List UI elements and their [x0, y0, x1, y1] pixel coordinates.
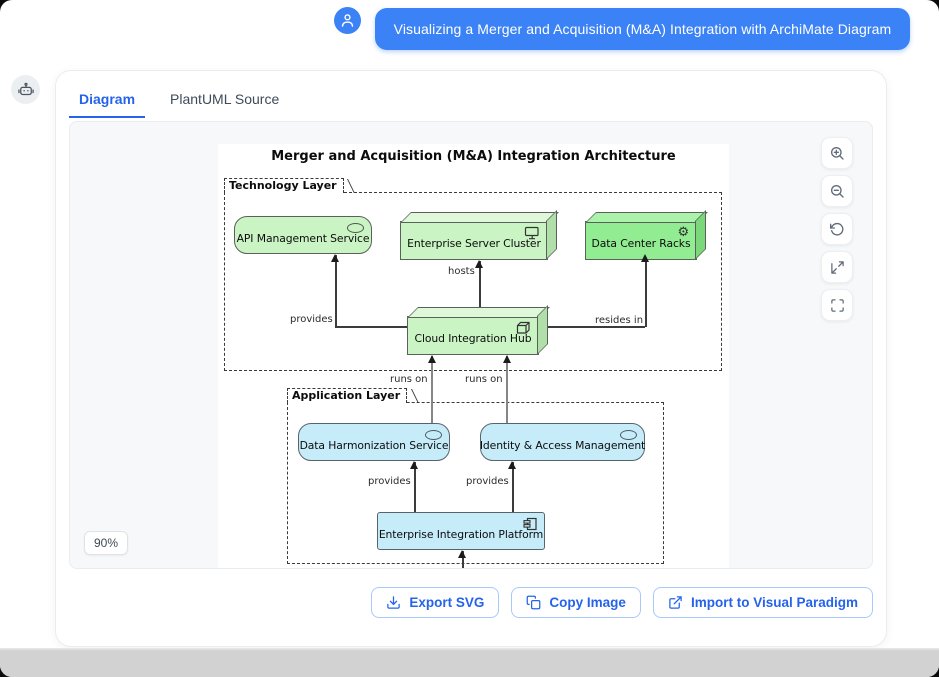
arrowhead	[475, 260, 483, 268]
cube-icon	[516, 321, 531, 335]
node-label: Identity & Access Management	[480, 439, 645, 452]
node-label: Cloud Integration Hub	[415, 332, 532, 345]
edge-label-provides-1: provides	[368, 476, 411, 487]
zoom-in-icon	[829, 145, 845, 161]
import-visual-paradigm-button[interactable]: Import to Visual Paradigm	[653, 587, 873, 618]
edge-provides-2-line	[512, 462, 514, 512]
edge-provides-left-hline	[335, 326, 407, 328]
node-identity-access-management[interactable]: Identity & Access Management	[480, 423, 645, 461]
edge-label-runs-on-1: runs on	[390, 374, 428, 385]
action-bar: Export SVG Copy Image Import to Visual P…	[371, 587, 873, 618]
expand-icon	[830, 260, 845, 275]
fullscreen-icon	[830, 298, 845, 313]
diagram-title: Merger and Acquisition (M&A) Integration…	[218, 149, 729, 164]
node-label: Enterprise Integration Platform	[379, 528, 543, 541]
reset-view-button[interactable]	[821, 213, 853, 245]
edge-runs-on-1-line	[431, 356, 433, 423]
zoom-out-button[interactable]	[821, 175, 853, 207]
diagram-card: Diagram PlantUML Source Merger and Acqui…	[55, 70, 887, 647]
assistant-button[interactable]	[11, 75, 40, 104]
zoom-in-button[interactable]	[821, 137, 853, 169]
button-label: Copy Image	[549, 595, 626, 610]
service-oval-icon	[620, 430, 637, 440]
zoom-out-icon	[829, 183, 845, 199]
arrowhead	[331, 254, 339, 262]
node-label: Data Harmonization Service	[300, 439, 449, 452]
bottom-strip	[0, 651, 939, 677]
tab-plantuml-source[interactable]: PlantUML Source	[160, 83, 289, 118]
reset-view-icon	[829, 221, 845, 237]
node-monitor-icon	[524, 226, 540, 240]
diagram-canvas: Merger and Acquisition (M&A) Integration…	[218, 144, 729, 569]
viewer-controls	[821, 137, 853, 321]
node-label: API Management Service	[237, 232, 370, 245]
zoom-level-badge[interactable]: 90%	[84, 531, 128, 555]
node-label: Data Center Racks	[592, 237, 691, 250]
service-oval-icon	[347, 223, 364, 233]
tab-diagram[interactable]: Diagram	[69, 83, 145, 118]
robot-icon	[17, 81, 35, 99]
expand-button[interactable]	[821, 251, 853, 283]
tab-bar: Diagram PlantUML Source	[56, 71, 886, 118]
node-label: Enterprise Server Cluster	[407, 237, 541, 250]
node-data-harmonization-service[interactable]: Data Harmonization Service	[298, 423, 450, 461]
edge-label-hosts: hosts	[448, 266, 475, 277]
node-enterprise-server-cluster[interactable]: Enterprise Server Cluster	[400, 221, 548, 260]
edge-label-provides-2: provides	[466, 476, 509, 487]
node-api-management-service[interactable]: API Management Service	[234, 216, 372, 254]
arrowhead	[641, 254, 649, 262]
button-label: Import to Visual Paradigm	[691, 595, 858, 610]
edge-label-provides-left: provides	[290, 314, 333, 325]
copy-icon	[526, 595, 541, 610]
person-icon	[339, 12, 356, 29]
edge-resides-in-hline	[539, 326, 645, 328]
component-icon	[523, 517, 537, 531]
edge-label-runs-on-2: runs on	[465, 374, 503, 385]
external-link-icon	[668, 595, 683, 610]
edge-label-resides-in: resides in	[595, 315, 643, 326]
arrowhead	[503, 355, 511, 363]
edge-provides-left-vline	[335, 255, 337, 327]
fullscreen-button[interactable]	[821, 289, 853, 321]
arrowhead	[428, 355, 436, 363]
download-icon	[386, 595, 401, 610]
edge-runs-on-2-line	[506, 356, 508, 423]
node-enterprise-integration-platform[interactable]: Enterprise Integration Platform	[377, 512, 545, 550]
arrowhead	[508, 461, 516, 469]
avatar	[334, 7, 361, 34]
export-svg-button[interactable]: Export SVG	[371, 587, 499, 618]
arrowhead	[458, 550, 466, 558]
gear-icon: ⚙	[677, 226, 689, 239]
diagram-viewport[interactable]: Merger and Acquisition (M&A) Integration…	[69, 121, 873, 569]
button-label: Export SVG	[409, 595, 484, 610]
node-cloud-integration-hub[interactable]: Cloud Integration Hub	[407, 316, 539, 355]
edge-resides-in-vline	[645, 255, 647, 327]
service-oval-icon	[425, 430, 442, 440]
arrowhead	[410, 461, 418, 469]
app-window: Visualizing a Merger and Acquisition (M&…	[0, 0, 939, 677]
application-layer-label: Application Layer	[287, 388, 407, 403]
copy-image-button[interactable]: Copy Image	[511, 587, 641, 618]
edge-provides-1-line	[414, 462, 416, 512]
page-title: Visualizing a Merger and Acquisition (M&…	[375, 8, 910, 50]
technology-layer-label: Technology Layer	[224, 178, 344, 193]
